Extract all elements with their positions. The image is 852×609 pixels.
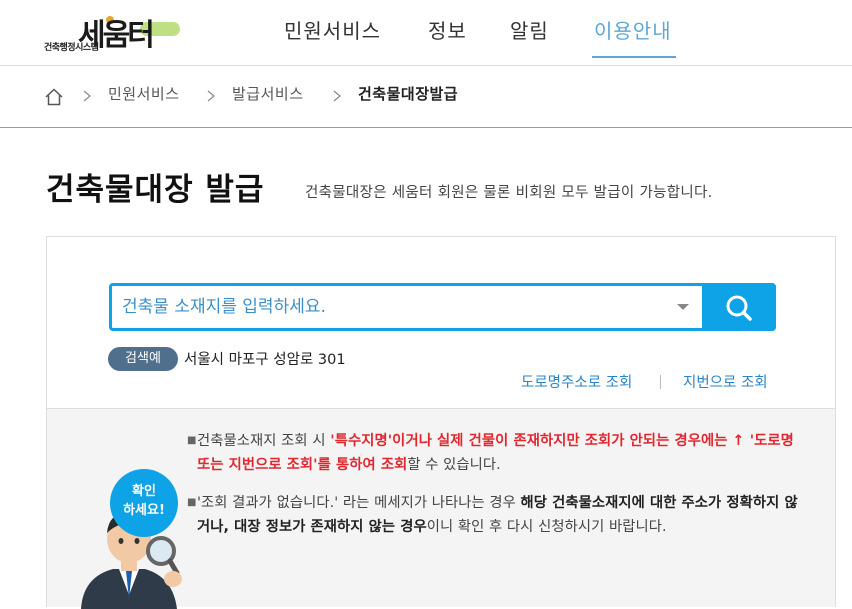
nav-item-info[interactable]: 정보 [428, 15, 467, 44]
search-button[interactable] [702, 283, 776, 331]
site-header: 세움터 건축행정시스템 민원서비스 정보 알림 이용안내 [0, 0, 852, 66]
page-title: 건축물대장 발급 [46, 172, 265, 208]
site-logo[interactable]: 세움터 건축행정시스템 [44, 12, 184, 56]
nav-active-underline [592, 56, 676, 58]
home-icon[interactable] [44, 87, 64, 107]
bubble-line2: 하세요! [123, 503, 165, 518]
breadcrumb-item-civil-service[interactable]: 민원서비스 [108, 83, 180, 104]
notice-item1-text-c: 할 수 있습니다. [407, 457, 501, 473]
breadcrumb: 민원서비스 발급서비스 건축물대장발급 [0, 67, 852, 128]
search-box [109, 283, 776, 331]
chevron-right-icon [83, 90, 91, 102]
road-address-search-link[interactable]: 도로명주소로 조회 [521, 371, 632, 392]
breadcrumb-item-issue-service[interactable]: 발급서비스 [232, 83, 304, 104]
notice-item: ■ '조회 결과가 없습니다.' 라는 메세지가 나타나는 경우 해당 건축물소… [187, 491, 807, 539]
nav-item-notice[interactable]: 알림 [510, 15, 549, 44]
page-description: 건축물대장은 세움터 회원은 물론 비회원 모두 발급이 가능합니다. [305, 185, 713, 201]
nav-item-civil-service[interactable]: 민원서비스 [284, 15, 381, 44]
breadcrumb-item-current: 건축물대장발급 [358, 85, 459, 103]
confirm-bubble-badge: 확인 하세요! [110, 469, 178, 537]
example-address: 서울시 마포구 성암로 301 [184, 352, 346, 368]
dropdown-arrow-icon[interactable] [677, 304, 689, 310]
lot-number-search-link[interactable]: 지번으로 조회 [683, 371, 768, 392]
chevron-right-icon [333, 90, 341, 102]
search-icon [726, 295, 752, 321]
notice-item: ■ 건축물소재지 조회 시 '특수지명'이거나 실제 건물이 존재하지만 조회가… [187, 429, 807, 477]
bubble-line1: 확인 [132, 484, 156, 499]
nav-item-guide[interactable]: 이용안내 [594, 15, 672, 44]
notice-item2-text-c: 이니 확인 후 다시 신청하시기 바랍니다. [426, 519, 667, 535]
notice-item1-text-a: 건축물소재지 조회 시 [197, 433, 331, 449]
notice-item2-text-a: '조회 결과가 없습니다.' 라는 메세지가 나타나는 경우 [197, 495, 521, 511]
search-panel: 검색예 서울시 마포구 성암로 301 도로명주소로 조회 지번으로 조회 [46, 236, 836, 408]
address-search-input[interactable] [112, 286, 702, 328]
chevron-right-icon [207, 90, 215, 102]
logo-subtitle: 건축행정시스템 [44, 43, 99, 53]
link-divider [660, 375, 661, 389]
bullet-icon: ■ [187, 435, 197, 446]
notice-panel: 확인 하세요! ■ 건축물소재지 조회 시 '특수지명'이거나 실제 건물이 존… [46, 408, 836, 609]
bullet-icon: ■ [187, 497, 197, 508]
example-badge: 검색예 [108, 347, 178, 371]
